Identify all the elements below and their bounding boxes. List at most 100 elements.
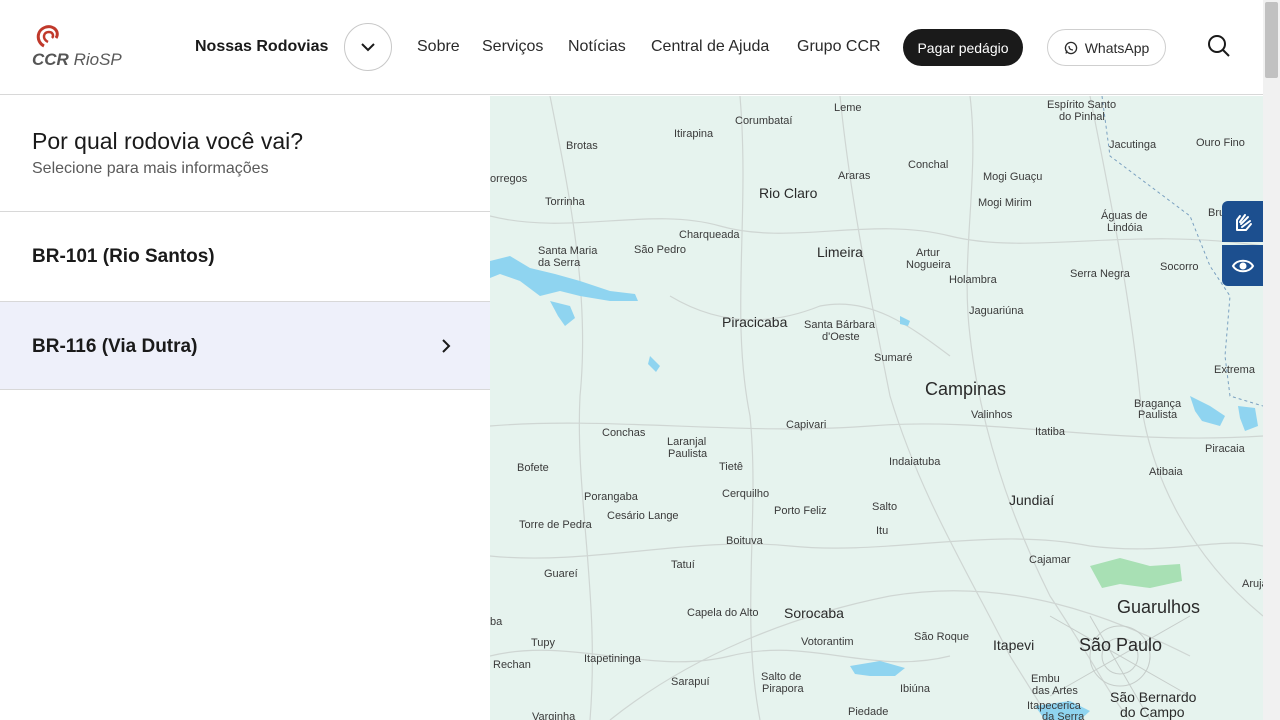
logo-wordmark: CCR RioSP [32, 50, 122, 69]
map-label: Bofete [517, 462, 549, 474]
map-label: Salto [872, 501, 898, 513]
map-label: Holambra [949, 274, 997, 286]
map-label: Cajamar [1029, 554, 1071, 566]
map-label: Ouro Fino [1196, 137, 1245, 149]
map-label: d'Oeste [822, 331, 860, 343]
chevron-right-icon [442, 339, 451, 353]
search-icon[interactable] [1206, 33, 1232, 59]
nav-grupo-ccr[interactable]: Grupo CCR [797, 38, 881, 56]
map-label: Rechan [493, 659, 531, 671]
map-label: Artur [916, 247, 940, 259]
map-label: Mogi Guaçu [983, 171, 1043, 183]
map-label: ba [490, 616, 503, 628]
map-label: Torre de Pedra [519, 519, 592, 531]
pagar-pedagio-button[interactable]: Pagar pedágio [903, 29, 1023, 66]
road-label: BR-101 (Rio Santos) [32, 246, 215, 267]
sign-language-icon [1235, 213, 1252, 231]
panel-title: Por qual rodovia você vai? [32, 128, 304, 154]
nossas-rodovias-label[interactable]: Nossas Rodovias [195, 38, 328, 56]
map-label: Guarulhos [1117, 597, 1201, 617]
map-label: Cerquilho [722, 488, 770, 500]
map-label: Piracaia [1205, 443, 1245, 455]
nav-servicos[interactable]: Serviços [482, 38, 543, 56]
map-label: Piracicaba [722, 314, 788, 330]
whatsapp-label: WhatsApp [1084, 39, 1150, 56]
map-view[interactable]: Leme Espírito Santo do Pinhal Corumbataí… [490, 96, 1263, 720]
road-label: BR-116 (Via Dutra) [32, 336, 198, 357]
map-label: Torrinha [545, 196, 585, 208]
map-label: Paulista [1138, 409, 1178, 421]
road-item-br101[interactable]: BR-101 (Rio Santos) [0, 211, 490, 300]
map-label: Sorocaba [784, 605, 844, 621]
map-label: Charqueada [679, 229, 740, 241]
map-label: Itapetininga [584, 653, 641, 665]
map-label: do Pinhal [1059, 111, 1105, 123]
nav-central-de-ajuda[interactable]: Central de Ajuda [651, 38, 769, 56]
map-label: Sumaré [874, 352, 913, 364]
eye-icon [1231, 259, 1254, 272]
map-label: São Bernardo [1110, 689, 1197, 705]
map-label: Serra Negra [1070, 268, 1130, 280]
map-label: Corumbataí [735, 115, 793, 127]
ccr-riosp-logo[interactable]: CCR RioSP [32, 24, 122, 70]
map-label: orregos [490, 173, 528, 185]
map-label: Tatuí [671, 559, 695, 571]
map-label: Itu [876, 525, 889, 537]
whatsapp-icon [1064, 41, 1077, 54]
panel-subtitle: Selecione para mais informações [32, 160, 269, 177]
map-label: Pirapora [762, 683, 804, 695]
visual-accessibility-button[interactable] [1222, 245, 1263, 286]
logo-mark-icon [36, 25, 59, 48]
map-label: Socorro [1160, 261, 1199, 273]
map-label: Águas de [1101, 210, 1148, 222]
map-label: das Artes [1032, 685, 1078, 697]
map-label: Cesário Lange [607, 510, 679, 522]
map-label: Sarapuí [671, 676, 710, 688]
map-label: Tietê [719, 461, 744, 473]
map-label: Jundiaí [1009, 492, 1055, 508]
map-label: Jacutinga [1109, 139, 1157, 151]
map-label: São Pedro [634, 244, 686, 256]
map-label: Nogueira [906, 259, 951, 271]
map-label: Paulista [668, 448, 708, 460]
map-label: Boituva [726, 535, 763, 547]
map-label: da Serra [1042, 711, 1085, 720]
map-label: Porangaba [584, 491, 638, 503]
map-label: Conchal [908, 159, 949, 171]
map-label: Conchas [602, 427, 646, 439]
map-label: Varginha [532, 711, 576, 720]
map-label: Votorantim [801, 636, 854, 648]
rodovia-selection-panel: Por qual rodovia você vai? Selecione par… [0, 96, 490, 720]
map-label: Laranjal [667, 436, 707, 448]
map-label: Capivari [786, 419, 827, 431]
whatsapp-button[interactable]: WhatsApp [1047, 29, 1166, 66]
map-label: Guareí [544, 568, 578, 580]
nav-sobre[interactable]: Sobre [417, 38, 460, 56]
map-label: Leme [834, 102, 862, 114]
page-scrollbar[interactable] [1263, 0, 1280, 720]
map-label: Tupy [531, 637, 556, 649]
scrollbar-thumb[interactable] [1265, 2, 1278, 78]
map-label: Espírito Santo [1047, 99, 1117, 111]
map-label: Itirapina [674, 128, 714, 140]
map-label: Lindóia [1107, 222, 1143, 234]
sign-language-button[interactable] [1222, 201, 1263, 242]
map-label: Itapevi [993, 637, 1035, 653]
map-label: Piedade [848, 706, 889, 718]
map-label: Mogi Mirim [978, 197, 1032, 209]
map-label: Limeira [817, 244, 863, 260]
map-label: do Campo [1120, 704, 1185, 720]
map-label: Porto Feliz [774, 505, 827, 517]
map-label: Jaguariúna [969, 305, 1024, 317]
map-label: São Paulo [1079, 635, 1163, 655]
map-label: da Serra [538, 257, 581, 269]
map-label: Araras [838, 170, 871, 182]
road-item-br116[interactable]: BR-116 (Via Dutra) [0, 301, 490, 390]
map-label: Arujá [1242, 578, 1263, 590]
map-label: Itatiba [1035, 426, 1065, 438]
rodovias-dropdown-button[interactable] [344, 23, 392, 71]
nav-noticias[interactable]: Notícias [568, 38, 626, 56]
map-label: Capela do Alto [687, 607, 759, 619]
site-header: CCR RioSP Nossas Rodovias Sobre Serviços… [0, 0, 1263, 95]
map-label: Extrema [1214, 364, 1255, 376]
